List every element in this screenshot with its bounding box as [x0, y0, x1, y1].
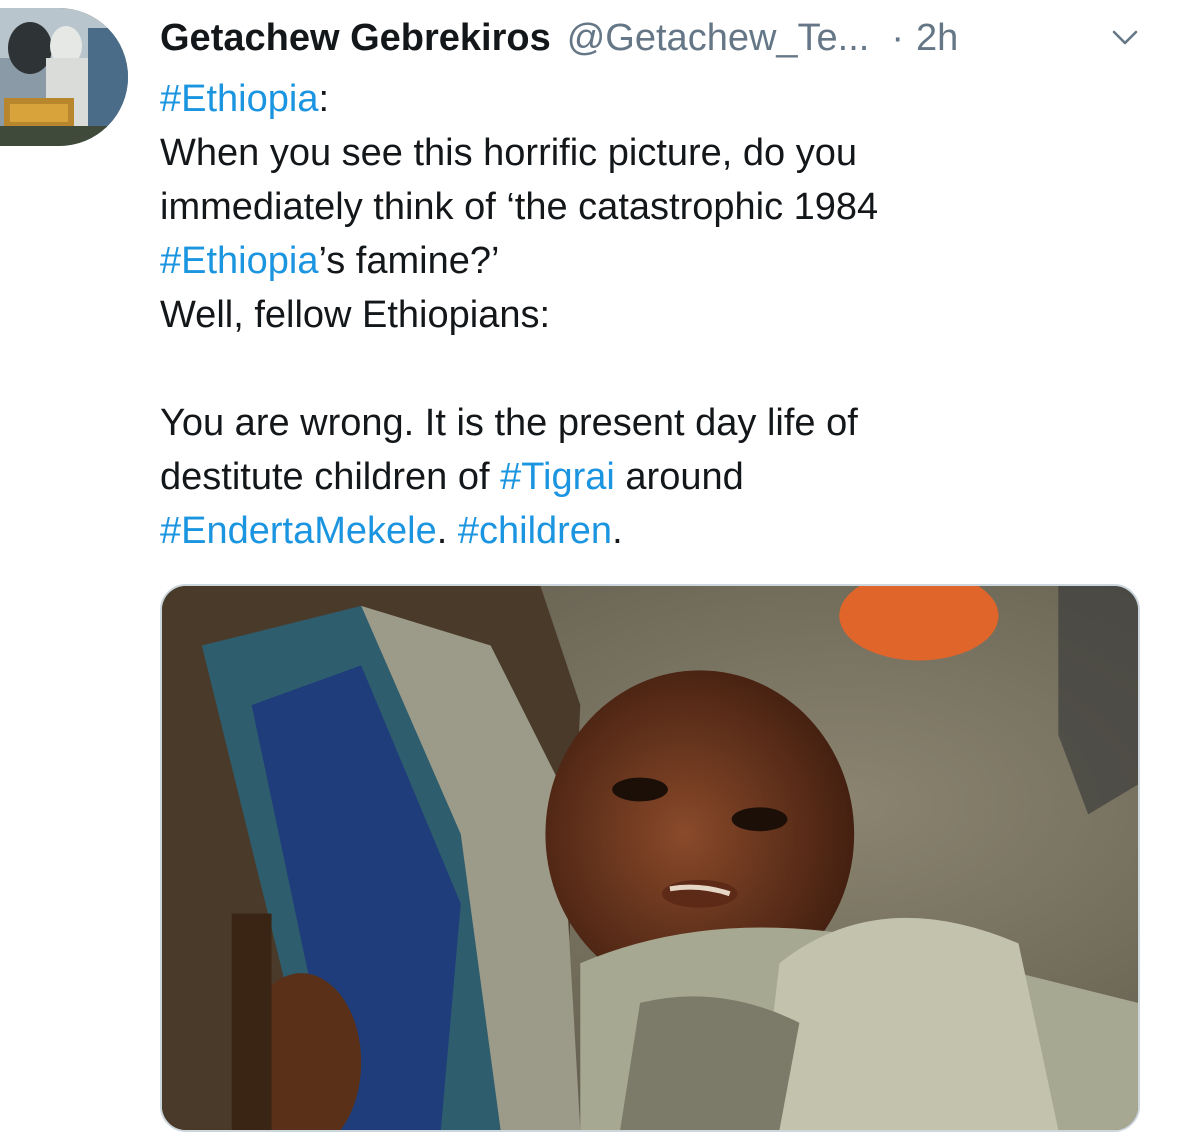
- tweet-line: #Ethiopia’s famine?’: [160, 234, 1160, 288]
- text-fragment: .: [436, 510, 458, 552]
- hashtag-ethiopia[interactable]: #Ethiopia: [160, 78, 318, 120]
- tweet-header: Getachew Gebrekiros @Getachew_Te... · 2h: [160, 14, 958, 62]
- author-display-name[interactable]: Getachew Gebrekiros: [160, 14, 551, 62]
- header-separator: ·: [891, 17, 904, 59]
- tweet-line: Well, fellow Ethiopians:: [160, 294, 551, 336]
- tweet-timestamp[interactable]: 2h: [916, 14, 958, 62]
- text-fragment: .: [612, 510, 623, 552]
- hashtag-children[interactable]: #children: [458, 510, 612, 552]
- author-handle[interactable]: @Getachew_Te...: [567, 14, 870, 62]
- tweet-text: #Ethiopia: When you see this horrific pi…: [160, 72, 1160, 558]
- hashtag-ethiopia[interactable]: #Ethiopia: [160, 240, 318, 282]
- tweet-line: immediately think of ‘the catastrophic 1…: [160, 186, 879, 228]
- text-fragment: destitute children of: [160, 456, 501, 498]
- avatar-photo: [0, 8, 128, 146]
- tweet-line: #EndertaMekele. #children.: [160, 504, 1160, 558]
- hashtag-endertamekele[interactable]: #EndertaMekele: [160, 510, 437, 552]
- chevron-down-icon[interactable]: [1110, 22, 1140, 52]
- hashtag-tigrai[interactable]: #Tigrai: [500, 456, 615, 498]
- tweet-line: You are wrong. It is the present day lif…: [160, 402, 858, 444]
- photo-child: [162, 586, 1138, 1130]
- text-fragment: ’s famine?’: [318, 240, 500, 282]
- tweet-media-photo[interactable]: [160, 584, 1140, 1132]
- avatar[interactable]: [0, 8, 128, 146]
- tweet-line: When you see this horrific picture, do y…: [160, 132, 858, 174]
- tweet-line: destitute children of #Tigrai around: [160, 450, 1160, 504]
- tweet-line: #Ethiopia:: [160, 72, 1160, 126]
- text-fragment: around: [614, 456, 744, 498]
- text-fragment: :: [318, 78, 330, 120]
